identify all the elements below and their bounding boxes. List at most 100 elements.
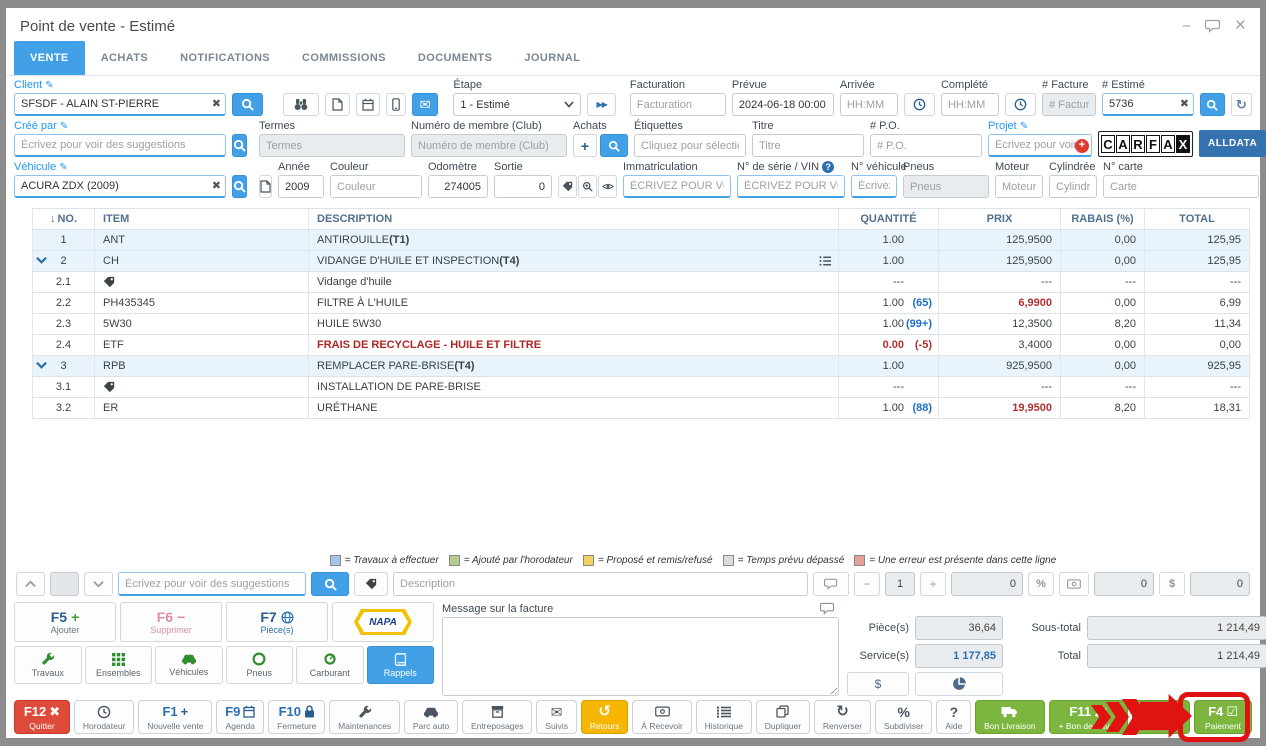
move-down-button[interactable] [84,572,113,596]
client-input[interactable] [14,93,226,116]
chat-bubble-icon[interactable] [1205,19,1221,33]
percent-button[interactable]: % [1028,572,1054,596]
fermeture-button[interactable]: F10 Fermeture [268,700,325,734]
odometre-input[interactable] [428,175,488,198]
tab-notifications[interactable]: NOTIFICATIONS [164,41,286,75]
client-search-button[interactable] [232,93,263,116]
vehicule-search-button[interactable] [232,175,247,198]
clear-icon[interactable]: ✖ [212,97,221,110]
table-row[interactable]: 1 ANT ANTIROUILLE (T1) 1.00 125,9500 0,0… [32,230,1250,251]
annee-input[interactable] [278,175,324,198]
pneus-button[interactable]: Pneus [226,646,294,684]
carte-input[interactable] [1103,175,1259,198]
table-row[interactable]: 3.2 ER URÉTHANE 1.00(88) 19,9500 8,20 18… [32,398,1250,419]
sort-icon[interactable]: ↓ [50,213,56,225]
parc-auto-button[interactable]: Parc auto [404,700,458,734]
facturation-input[interactable] [630,93,726,116]
agenda-button[interactable]: F9 Agenda [216,700,264,734]
move-up-button[interactable] [16,572,45,596]
item-suggestion-input[interactable] [118,572,306,596]
pie-chart-button[interactable] [915,672,1003,696]
minimize-icon[interactable]: − [1182,18,1191,35]
tab-commissions[interactable]: COMMISSIONS [286,41,402,75]
sortie-input[interactable] [494,175,552,198]
item-comment-button[interactable] [813,572,849,596]
rappels-button[interactable]: Rappels [367,646,435,684]
immatriculation-input[interactable] [623,175,731,198]
retours-button[interactable]: ↺ Retours [581,700,629,734]
projet-label[interactable]: Projet ✎ [988,120,1092,132]
bon-livraison-button[interactable]: Bon Livraison [975,700,1044,734]
horodateur-button[interactable]: Horodateur [74,700,134,734]
cree-par-label[interactable]: Créé par ✎ [14,120,226,132]
vehicle-search-plus-button[interactable] [578,175,597,198]
vin-input[interactable] [737,175,845,198]
quitter-button[interactable]: F12✖ Quitter [14,700,70,734]
qty-minus-button[interactable]: − [854,572,880,596]
chevron-down-icon[interactable] [36,256,47,264]
carburant-button[interactable]: Carburant [296,646,364,684]
etiquettes-input[interactable] [634,134,746,157]
arrivee-input[interactable] [840,93,898,116]
achats-add-button[interactable]: + [573,134,597,157]
tab-journal[interactable]: JOURNAL [508,41,596,75]
vehicule-note-button[interactable] [259,175,272,198]
entreposages-button[interactable]: Entreposages [462,700,532,734]
note-button[interactable] [325,93,350,116]
table-row[interactable]: 2.3 5W30 HUILE 5W30 1.00(99+) 12,3500 8,… [32,314,1250,335]
estime-search-button[interactable] [1200,93,1225,116]
a-recevoir-button[interactable]: À Recevoir [632,700,691,734]
cree-par-search-button[interactable] [232,134,247,157]
ensembles-button[interactable]: Ensembles [85,646,153,684]
invoice-message-textarea[interactable] [443,618,838,695]
aide-button[interactable]: ? Aide [936,700,971,734]
tab-achats[interactable]: ACHATS [85,41,164,75]
alldata-button[interactable]: ALLDATA [1199,130,1266,157]
cree-par-input[interactable] [14,134,226,157]
binoculars-button[interactable] [283,93,319,116]
supprimer-button[interactable]: F6− Supprimer [120,602,222,642]
arrivee-clock-button[interactable] [904,93,935,116]
qty-plus-button[interactable]: + [920,572,946,596]
table-row[interactable]: 3 RPB REMPLACER PARE-BRISE (T4) 1.00 925… [32,356,1250,377]
chevron-down-icon[interactable] [36,361,47,369]
vehicle-eye-button[interactable] [598,175,617,198]
prevue-input[interactable] [732,93,834,116]
item-tag-button[interactable] [354,572,388,596]
travaux-button[interactable]: Travaux [14,646,82,684]
complete-input[interactable] [941,93,999,116]
skip-step-button[interactable]: ▶▶ [587,93,616,116]
table-row[interactable]: 2.1 Vidange d'huile --- --- --- --- [32,272,1250,293]
calendar-button[interactable] [356,93,381,116]
dollar-button[interactable]: $ [1159,572,1185,596]
table-row[interactable]: 2.4 ETF FRAIS DE RECYCLAGE - HUILE ET FI… [32,335,1250,356]
list-icon[interactable] [819,255,832,267]
vehicules-button[interactable]: Véhicules [155,646,223,684]
pieces-button[interactable]: F7 Pièce(s) [226,602,328,642]
titre-input[interactable] [752,134,864,157]
tab-documents[interactable]: DOCUMENTS [402,41,509,75]
client-label[interactable]: Client ✎ [14,79,226,91]
achats-search-button[interactable] [600,134,628,157]
maintenances-button[interactable]: Maintenances [329,700,400,734]
mobile-button[interactable] [386,93,406,116]
help-icon[interactable]: ? [822,161,834,173]
historique-button[interactable]: Historique [696,700,752,734]
vehicule-input[interactable] [14,175,226,198]
etape-select[interactable]: 1 - Estimé [453,93,581,116]
vehicle-tag-button[interactable] [558,175,577,198]
carfax-button[interactable]: CARFAX [1098,131,1193,157]
item-search-button[interactable] [311,572,349,596]
table-row[interactable]: 2 CH VIDANGE D'HUILE ET INSPECTION (T4) … [32,251,1250,272]
vehicule-label[interactable]: Véhicule ✎ [14,161,226,173]
napa-button[interactable]: NAPA [332,602,434,642]
suivis-button[interactable]: ✉ Suivis [536,700,576,734]
renverser-button[interactable]: ↻ Renverser [814,700,871,734]
paiement-button[interactable]: F4☑ Paiement [1194,700,1252,734]
couleur-input[interactable] [330,175,422,198]
cash-button[interactable] [1059,572,1089,596]
dollar-toggle-button[interactable]: $ [847,672,909,696]
estime-button[interactable]: ☑ Estimé [1132,700,1190,734]
complete-clock-button[interactable] [1005,93,1036,116]
bon-de-travail-button[interactable]: F11 + Bon de travail [1049,700,1128,734]
